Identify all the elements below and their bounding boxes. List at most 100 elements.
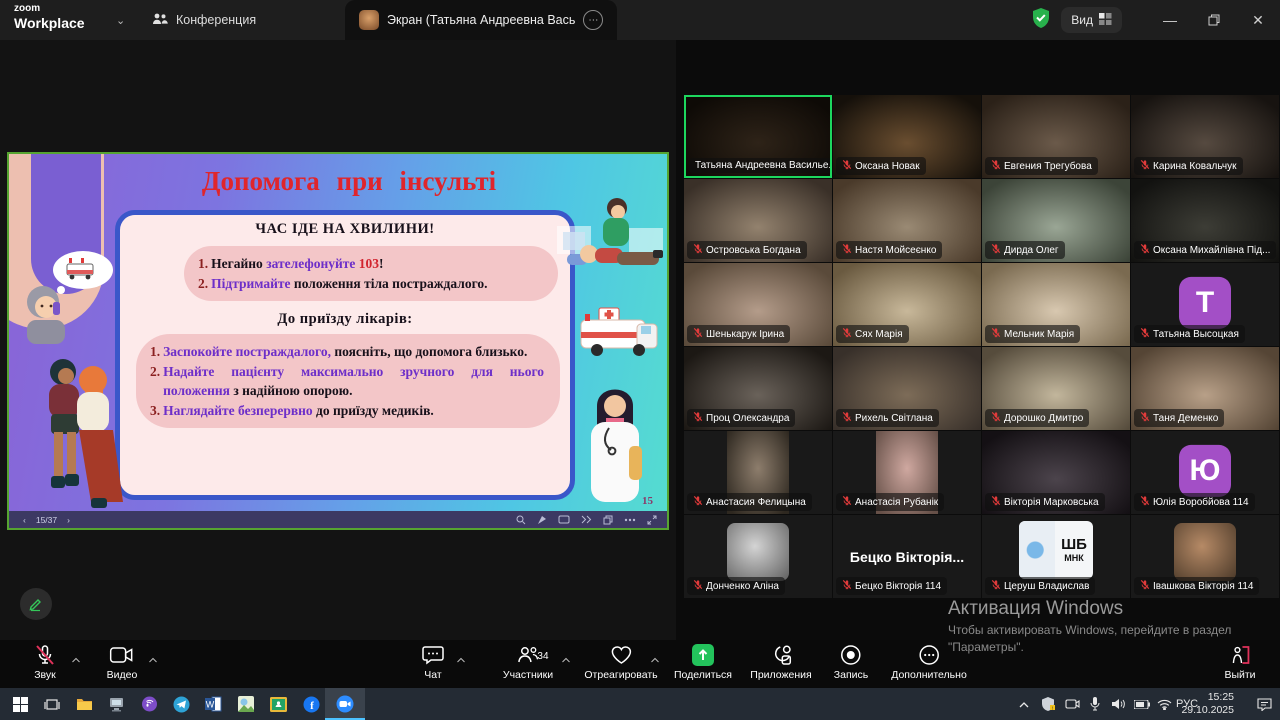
react-options-chevron[interactable] (651, 650, 660, 668)
participant-tile[interactable]: Дорошко Дмитро (982, 347, 1130, 430)
leave-button[interactable]: Выйти (1224, 643, 1255, 681)
viber-icon[interactable] (133, 688, 165, 720)
chat-button[interactable]: Чат (422, 643, 444, 681)
brand-zoom: zoom (14, 4, 85, 14)
participant-tile[interactable]: Карина Ковальчук (1131, 95, 1279, 178)
participant-tile[interactable]: Анастасія Рубанік (833, 431, 981, 514)
participant-tile[interactable]: Дирда Олег (982, 179, 1130, 262)
video-button[interactable]: Видео (107, 643, 138, 681)
apps-button[interactable]: Приложения (750, 643, 811, 681)
muted-mic-icon (693, 495, 703, 509)
autoplay-icon[interactable] (581, 515, 592, 524)
audio-options-chevron[interactable] (72, 650, 81, 668)
participant-tile[interactable]: Бецко Вікторія...Бецко Вікторія 114 (833, 515, 981, 598)
telegram-icon[interactable] (165, 688, 197, 720)
tab-screen-share[interactable]: Экран (Татьяна Андреевна Вась ⋯ (345, 0, 617, 40)
tab-meeting-label: Конференция (176, 13, 256, 27)
participant-tile[interactable]: Настя Мойсеєнко (833, 179, 981, 262)
participant-tile[interactable]: Мельник Марія (982, 263, 1130, 346)
view-button[interactable]: Вид (1061, 7, 1122, 33)
participants-button[interactable]: 34 Участники (503, 643, 553, 681)
participant-name: Сях Марія (855, 329, 903, 340)
participant-tile[interactable]: Донченко Аліна (684, 515, 832, 598)
muted-mic-icon (842, 495, 852, 509)
participant-tile[interactable]: Шенькарук Ірина (684, 263, 832, 346)
participants-count: 34 (537, 651, 548, 662)
security-shield-icon[interactable] (1031, 7, 1051, 34)
more-options-icon[interactable] (624, 518, 636, 522)
workspace-chevron-icon[interactable]: ⌄ (116, 14, 125, 27)
muted-mic-icon (1140, 159, 1150, 173)
participant-name: Карина Ковальчук (1153, 161, 1237, 172)
minimize-button[interactable]: — (1148, 0, 1192, 40)
fullscreen-icon[interactable] (647, 515, 657, 525)
audio-button[interactable]: Звук (34, 643, 56, 681)
annotation-pencil-button[interactable] (20, 588, 52, 620)
participant-tile[interactable]: Евгения Трегубова (982, 95, 1130, 178)
slide-prev-icon[interactable]: ‹ (23, 515, 26, 525)
record-button[interactable]: Запись (834, 643, 868, 681)
participant-tile[interactable]: Анастасия Фелицына (684, 431, 832, 514)
participant-tile[interactable]: ТТатьяна Высоцкая (1131, 263, 1279, 346)
zoom-out-icon[interactable] (516, 515, 526, 525)
clock[interactable]: 15:25 29.10.2025 (1181, 691, 1234, 717)
participant-tile[interactable]: Островська Богдана (684, 179, 832, 262)
participant-tile[interactable]: Татьяна Андреевна Василье... (684, 95, 832, 178)
slide-list-item: 1.Заспокойте постраждалого, поясніть, що… (150, 342, 544, 362)
close-button[interactable]: ✕ (1236, 0, 1280, 40)
display-icon[interactable] (558, 515, 570, 525)
participants-options-chevron[interactable] (562, 650, 571, 668)
participant-name-label: Бецко Вікторія 114 (836, 577, 947, 595)
eye-image (1019, 521, 1055, 579)
laser-pointer-icon[interactable] (537, 515, 547, 525)
participant-name: Донченко Аліна (706, 581, 779, 592)
facebook-icon[interactable]: f (295, 688, 327, 720)
letter-avatar: Ю (1179, 444, 1231, 496)
file-explorer-icon[interactable] (68, 688, 100, 720)
tab-more-icon[interactable]: ⋯ (583, 10, 603, 30)
eyechart-avatar: ШБМНК (1019, 521, 1093, 579)
muted-mic-icon (693, 579, 703, 593)
muted-mic-icon (842, 159, 852, 173)
participant-tile[interactable]: Оксана Михайлівна Під... (1131, 179, 1279, 262)
task-view-button[interactable] (36, 688, 68, 720)
restore-button[interactable] (1192, 0, 1236, 40)
participant-tile[interactable]: Івашкова Вікторія 114 (1131, 515, 1279, 598)
muted-mic-icon (693, 243, 703, 257)
copy-slides-icon[interactable] (603, 515, 613, 525)
chat-options-chevron[interactable] (457, 650, 466, 668)
participant-tile[interactable]: ШБМНКЦеруш Владислав (982, 515, 1130, 598)
record-label: Запись (834, 669, 868, 681)
slide-next-icon[interactable]: › (67, 515, 70, 525)
participant-tile[interactable]: Вікторія Марковська (982, 431, 1130, 514)
slide-list-item: 1.Негайно зателефонуйте 103! (198, 254, 542, 274)
participant-tile[interactable]: Сях Марія (833, 263, 981, 346)
participant-tile[interactable]: Таня Деменко (1131, 347, 1279, 430)
share-button[interactable]: Поделиться (674, 643, 732, 681)
photos-app-icon[interactable] (230, 688, 262, 720)
react-button[interactable]: Отреагировать (584, 643, 657, 681)
illustration-caller (19, 246, 115, 344)
participant-tile[interactable]: Проц Олександра (684, 347, 832, 430)
window-titlebar: zoom Workplace ⌄ Конференция Экран (Тать… (0, 0, 1280, 40)
pc-icon[interactable] (100, 688, 132, 720)
participant-tile[interactable]: Оксана Новак (833, 95, 981, 178)
react-label: Отреагировать (584, 669, 657, 681)
tab-meeting[interactable]: Конференция (138, 0, 270, 40)
more-button[interactable]: Дополнительно (891, 643, 967, 681)
participant-name: Юлія Воробйова 114 (1153, 497, 1249, 508)
clock-time: 15:25 (1181, 691, 1234, 704)
start-button[interactable] (4, 688, 36, 720)
video-options-chevron[interactable] (149, 650, 158, 668)
notification-center-icon[interactable] (1248, 688, 1280, 720)
participant-name-label: Івашкова Вікторія 114 (1134, 577, 1259, 595)
participant-tile[interactable]: ЮЮлія Воробйова 114 (1131, 431, 1279, 514)
muted-mic-icon (842, 327, 852, 341)
classroom-icon[interactable] (262, 688, 294, 720)
clock-date: 29.10.2025 (1181, 704, 1234, 717)
word-icon[interactable]: W (197, 688, 229, 720)
slide-page-number: 15 (642, 495, 653, 507)
zoom-app-icon[interactable] (325, 688, 365, 720)
participant-tile[interactable]: Рихель Світлана (833, 347, 981, 430)
participant-name: Дорошко Дмитро (1004, 413, 1083, 424)
